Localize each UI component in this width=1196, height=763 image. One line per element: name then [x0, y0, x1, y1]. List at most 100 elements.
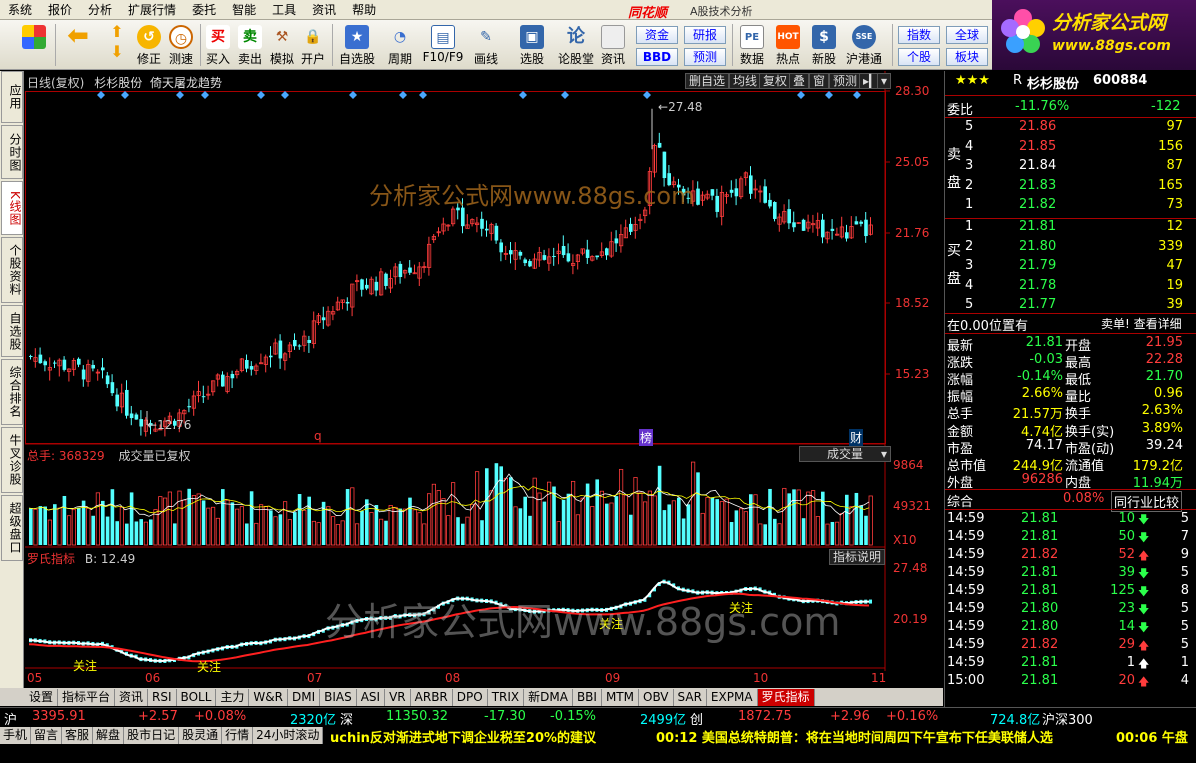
- draw-line-button[interactable]: ✎ 画线: [466, 22, 506, 68]
- bbd-button[interactable]: BBD: [636, 48, 678, 66]
- hs300-label[interactable]: 沪深300: [1042, 709, 1093, 728]
- stock-picker-button[interactable]: ▣ 选股: [510, 22, 554, 68]
- status-button[interactable]: 手机: [0, 727, 32, 744]
- sell-order-row[interactable]: 2 21.83 165: [945, 178, 1196, 196]
- indicator-tab[interactable]: 指标平台: [58, 688, 116, 706]
- news-button[interactable]: 资讯: [598, 22, 628, 68]
- indicator-tab[interactable]: BOLL: [176, 688, 217, 706]
- forecast-button[interactable]: 预测: [684, 48, 726, 66]
- status-button[interactable]: 留言: [31, 727, 63, 744]
- hot-button[interactable]: HOT 热点: [772, 22, 804, 68]
- buy-order-row[interactable]: 5 21.77 39: [945, 297, 1196, 315]
- tab-diagnosis[interactable]: 牛叉诊股: [1, 427, 23, 493]
- sell-order-row[interactable]: 5 21.86 97: [945, 119, 1196, 137]
- kline-chart[interactable]: 日线(复权) 杉杉股份 倚天屠龙趋势 删自选 均线 复权 叠 窗 预测 ▸▎ ▾…: [25, 71, 943, 688]
- status-button[interactable]: 行情: [222, 727, 254, 744]
- indicator-tab[interactable]: VR: [385, 688, 411, 706]
- sz-index[interactable]: 11350.32: [386, 709, 448, 724]
- sell-order-row[interactable]: 3 21.84 87: [945, 158, 1196, 176]
- indicator-tab[interactable]: DPO: [452, 688, 488, 706]
- updown-button[interactable]: ⬆ ⬇: [104, 22, 130, 68]
- buy-order-row[interactable]: 1 21.81 12: [945, 219, 1196, 237]
- buy-order-row[interactable]: 3 21.79 47: [945, 258, 1196, 276]
- open-account-button[interactable]: 🔒 开户: [298, 22, 328, 68]
- indicator-tab[interactable]: MTM: [601, 688, 639, 706]
- sell-order-row[interactable]: 1 21.82 73: [945, 197, 1196, 215]
- view-detail-link[interactable]: 卖单! 查看详细: [1101, 315, 1182, 332]
- event-marker[interactable]: q: [314, 429, 322, 443]
- tab-ranking[interactable]: 综合排名: [1, 359, 23, 425]
- indicator-tab[interactable]: W&R: [249, 688, 288, 706]
- chevron-down-icon[interactable]: ▾: [877, 73, 892, 89]
- indicator-tab[interactable]: RSI: [148, 688, 177, 706]
- menu-tools[interactable]: 工具: [264, 0, 304, 20]
- overlay-button[interactable]: 叠: [789, 73, 810, 89]
- favorites-button[interactable]: ★ 自选股: [336, 22, 378, 68]
- status-button[interactable]: 客服: [62, 727, 94, 744]
- indicator-tab[interactable]: 设置: [25, 688, 59, 706]
- indicator-tab[interactable]: 罗氏指标: [757, 688, 815, 706]
- remove-favorite-button[interactable]: 删自选: [685, 73, 730, 89]
- indicator-tab[interactable]: 资讯: [115, 688, 149, 706]
- sh-index[interactable]: 3395.91: [32, 709, 86, 724]
- tab-favorites[interactable]: 自选股: [1, 305, 23, 357]
- buy-order-row[interactable]: 4 21.78 19: [945, 278, 1196, 296]
- status-button[interactable]: 24小时滚动: [253, 727, 324, 744]
- sell-order-row[interactable]: 4 21.85 156: [945, 139, 1196, 157]
- speed-test-button[interactable]: ◷ 测速: [166, 22, 196, 68]
- indicator-tab[interactable]: 主力: [216, 688, 250, 706]
- ma-button[interactable]: 均线: [729, 73, 762, 89]
- revise-button[interactable]: ↺ 修正: [134, 22, 164, 68]
- menu-news[interactable]: 资讯: [304, 0, 344, 20]
- indicator-tab[interactable]: OBV: [639, 688, 674, 706]
- indicator-tab[interactable]: ASI: [356, 688, 386, 706]
- indicator-tab[interactable]: BBI: [572, 688, 602, 706]
- hk-connect-button[interactable]: SSE 沪港通: [842, 22, 886, 68]
- indicator-tab[interactable]: TRIX: [487, 688, 525, 706]
- sector-button[interactable]: 板块: [946, 48, 988, 66]
- tab-super-order[interactable]: 超级盘口: [1, 495, 23, 561]
- menu-order[interactable]: 委托: [184, 0, 224, 20]
- indicator-tab[interactable]: BIAS: [320, 688, 357, 706]
- indicator-tab[interactable]: ARBR: [410, 688, 453, 706]
- indicator-tab[interactable]: SAR: [673, 688, 707, 706]
- back-button[interactable]: ⬅: [62, 22, 94, 68]
- index-button[interactable]: 指数: [898, 26, 940, 44]
- stock-button[interactable]: 个股: [898, 48, 940, 66]
- simulate-button[interactable]: ⚒ 模拟: [268, 22, 296, 68]
- adjust-button[interactable]: 复权: [759, 73, 792, 89]
- f10-button[interactable]: ▤ F10/F9: [422, 22, 464, 68]
- indicator-help-button[interactable]: 指标说明: [829, 549, 886, 565]
- fund-button[interactable]: 资金: [636, 26, 678, 44]
- research-button[interactable]: 研报: [684, 26, 726, 44]
- indicator-tab[interactable]: 新DMA: [524, 688, 573, 706]
- volume-dropdown[interactable]: 成交量 ▾: [799, 446, 891, 462]
- tab-app[interactable]: 应用: [1, 71, 23, 123]
- menu-quote[interactable]: 报价: [40, 0, 80, 20]
- tab-stock-profile[interactable]: 个股资料: [1, 237, 23, 303]
- news-ticker[interactable]: 00:06 午盘: [1116, 727, 1188, 746]
- forum-button[interactable]: 论 论股堂: [556, 22, 596, 68]
- period-button[interactable]: ◔ 周期: [380, 22, 420, 68]
- ranking-marker[interactable]: 榜: [639, 429, 654, 446]
- menu-smart[interactable]: 智能: [224, 0, 264, 20]
- sell-button[interactable]: 卖 卖出: [236, 22, 264, 68]
- window-button[interactable]: 窗: [809, 73, 830, 89]
- data-button[interactable]: PE 数据: [736, 22, 768, 68]
- tab-intraday[interactable]: 分时图: [1, 125, 23, 179]
- cy-index[interactable]: 1872.75: [738, 709, 792, 724]
- status-button[interactable]: 股市日记: [124, 727, 180, 744]
- predict-button[interactable]: 预测: [829, 73, 862, 89]
- indicator-tab[interactable]: DMI: [287, 688, 321, 706]
- new-stock-button[interactable]: $ 新股: [808, 22, 840, 68]
- status-button[interactable]: 解盘: [93, 727, 125, 744]
- buy-button[interactable]: 买 买入: [204, 22, 232, 68]
- status-button[interactable]: 股灵通: [179, 727, 223, 744]
- menu-extended[interactable]: 扩展行情: [120, 0, 184, 20]
- menu-system[interactable]: 系统: [0, 0, 40, 20]
- news-ticker[interactable]: uchin反对渐进式地下调企业税至20%的建议: [330, 727, 596, 746]
- finance-marker[interactable]: 财: [849, 429, 864, 446]
- layout-button[interactable]: [20, 22, 48, 68]
- tab-kline[interactable]: K线图: [1, 181, 23, 235]
- indicator-tab[interactable]: EXPMA: [706, 688, 758, 706]
